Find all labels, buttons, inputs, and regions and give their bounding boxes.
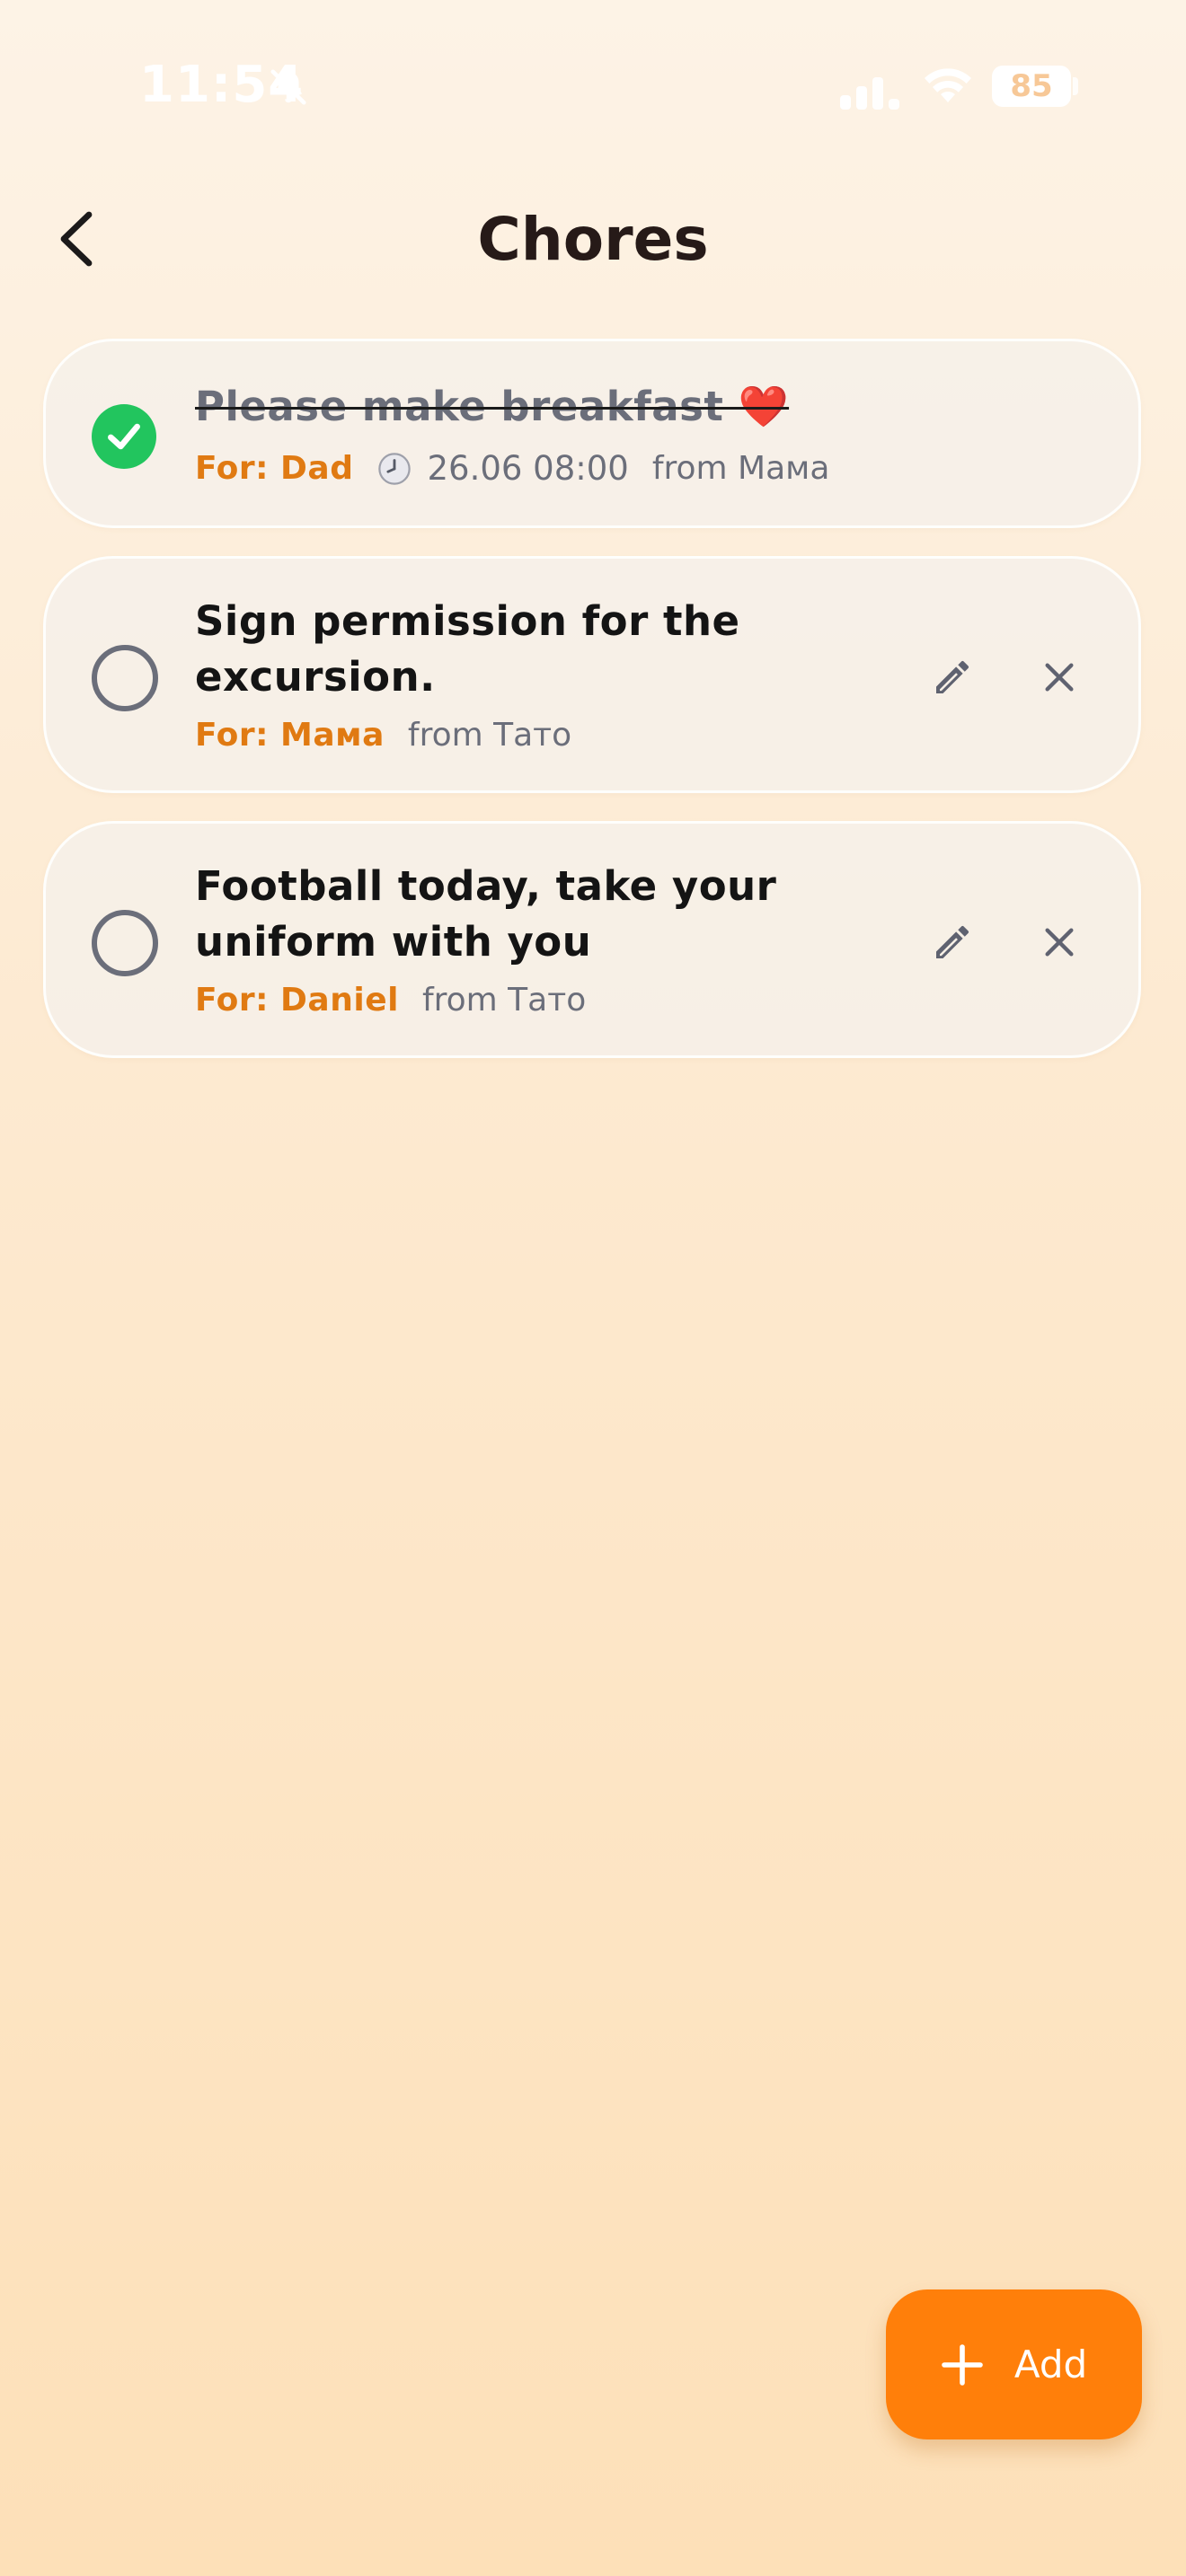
from-label: from Тато [407, 717, 572, 754]
delete-button[interactable] [1028, 646, 1091, 709]
bell-off-icon [270, 69, 306, 105]
chore-meta: For: Daniel from Тато [195, 982, 586, 1019]
wifi-icon [925, 68, 971, 102]
completed-checkbox[interactable] [92, 404, 156, 469]
from-label: from Тато [421, 982, 587, 1019]
signal-icon [840, 77, 899, 110]
page-title: Chores [477, 205, 709, 274]
chore-card[interactable]: Sign permission for the excursion. For: … [43, 556, 1141, 793]
chore-title: Football today, take your uniform with y… [195, 862, 777, 966]
checkbox[interactable] [92, 910, 158, 976]
chore-card[interactable]: Please make breakfast ❤️ For: Dad 26.06 … [43, 339, 1141, 528]
checkmark-icon [108, 423, 140, 450]
pencil-icon [936, 925, 969, 958]
chore-meta: For: Мама from Тато [195, 717, 571, 754]
assignee-label: For: Мама [195, 717, 385, 754]
edit-button[interactable] [921, 646, 984, 709]
status-bar: 11:54 85 [0, 0, 1186, 171]
chore-title: Please make breakfast ❤️ [195, 383, 790, 430]
checkbox[interactable] [92, 645, 158, 711]
chore-meta: For: Dad 26.06 08:00 from Мама [195, 449, 829, 488]
close-icon [1045, 928, 1074, 957]
plus-icon [942, 2343, 983, 2386]
delete-button[interactable] [1028, 911, 1091, 974]
battery-indicator: 85 [992, 66, 1071, 107]
assignee-label: For: Daniel [195, 982, 399, 1019]
due-time: 26.06 08:00 [427, 449, 629, 488]
chore-title: Sign permission for the excursion. [195, 597, 740, 701]
clock-icon [377, 452, 411, 485]
battery-level: 85 [1010, 68, 1053, 104]
assignee-label: For: Dad [195, 450, 354, 487]
close-icon [1045, 663, 1074, 692]
add-chore-button[interactable]: Add [886, 2289, 1142, 2439]
pencil-icon [936, 660, 969, 693]
add-button-label: Add [1013, 2342, 1088, 2386]
edit-button[interactable] [921, 911, 984, 974]
chore-card[interactable]: Football today, take your uniform with y… [43, 821, 1141, 1058]
from-label: from Мама [651, 450, 830, 487]
battery-cap [1073, 77, 1078, 95]
